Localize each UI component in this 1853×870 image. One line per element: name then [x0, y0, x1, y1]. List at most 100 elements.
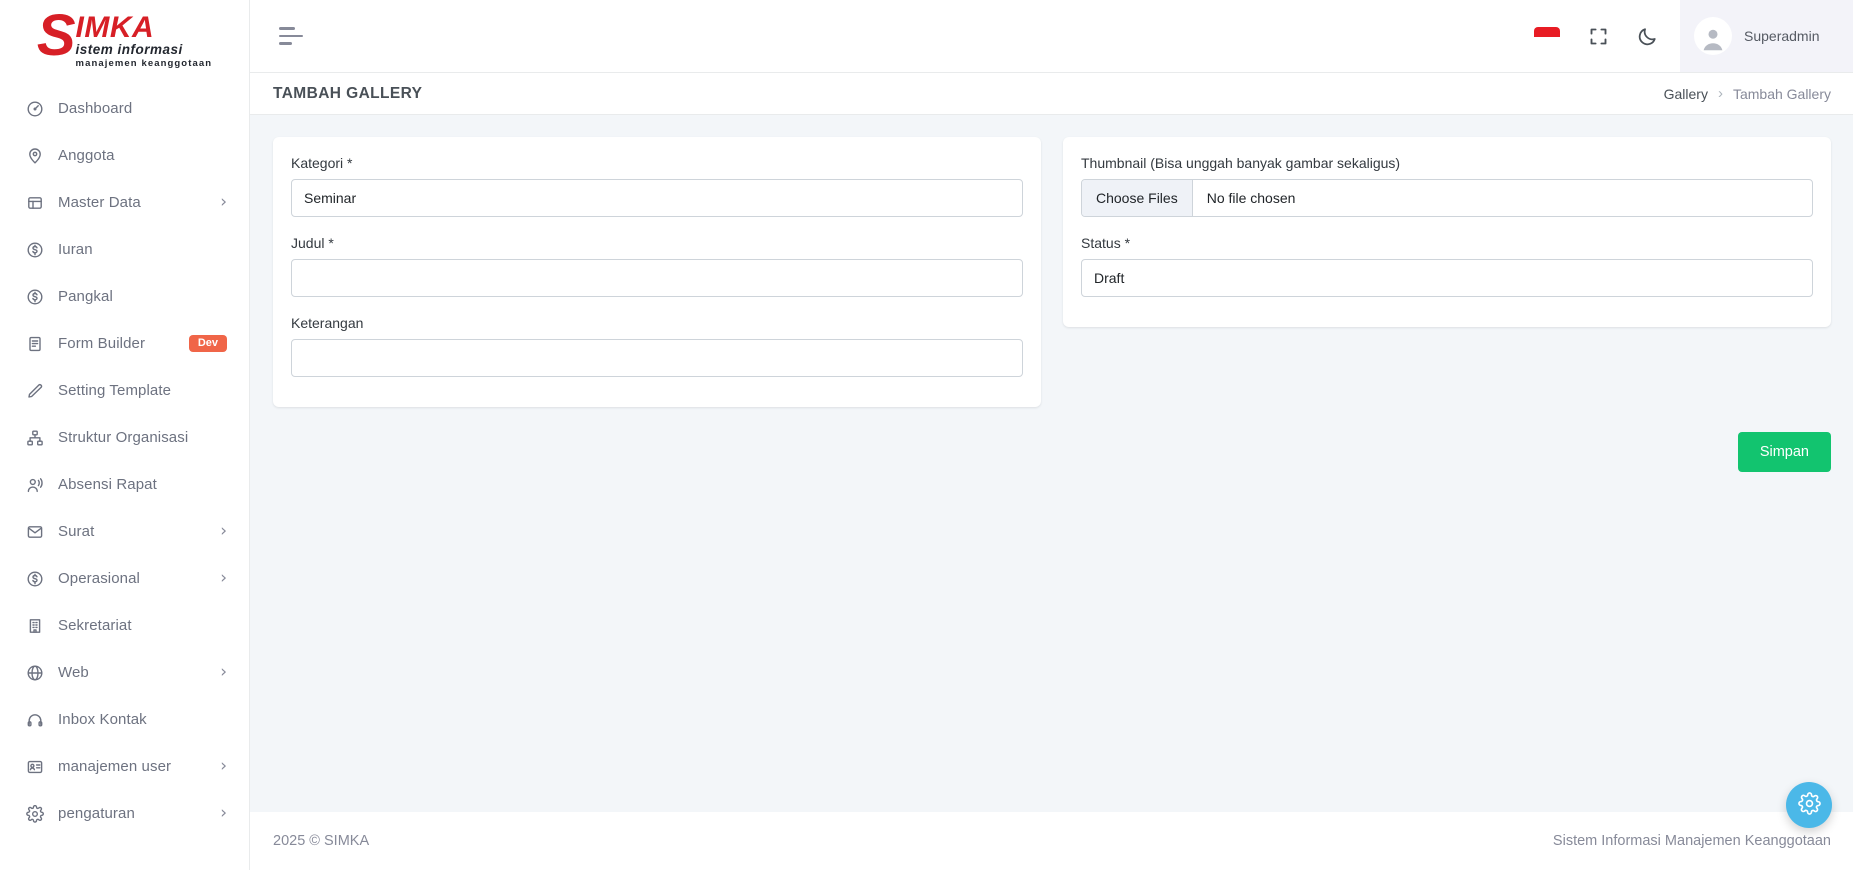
judul-input[interactable] [291, 259, 1023, 297]
content-area: Kategori * Judul * Keterangan Thumbnail [250, 115, 1853, 812]
sidebar-item-pengaturan[interactable]: pengaturan› [0, 790, 249, 837]
sidebar-item-label: Pangkal [58, 288, 113, 305]
judul-label: Judul * [291, 235, 1023, 251]
brand-logo-s: S [37, 12, 74, 60]
sidebar-item-label: Dashboard [58, 100, 132, 117]
gallery-form-card-right: Thumbnail (Bisa unggah banyak gambar sek… [1063, 137, 1831, 327]
brand-tagline-2: manajemen keanggotaan [76, 58, 213, 69]
breadcrumb: Gallery › Tambah Gallery [1664, 85, 1831, 102]
sidebar-item-label: Setting Template [58, 382, 171, 399]
globe-icon [26, 664, 44, 682]
sidebar-item-label: Anggota [58, 147, 115, 164]
sidebar-item-label: manajemen user [58, 758, 171, 775]
sitemap-icon [26, 429, 44, 447]
sidebar-item-label: Iuran [58, 241, 93, 258]
member-pin-icon [26, 147, 44, 165]
keterangan-label: Keterangan [291, 315, 1023, 331]
sidebar-item-label: Form Builder [58, 335, 145, 352]
sidebar-item-label: pengaturan [58, 805, 135, 822]
sidebar-item-operasional[interactable]: Operasional › [0, 555, 249, 602]
kategori-label: Kategori * [291, 155, 1023, 171]
sidebar-item-label: Master Data [58, 194, 141, 211]
hamburger-menu-button[interactable] [279, 27, 305, 45]
keterangan-input[interactable] [291, 339, 1023, 377]
save-button[interactable]: Simpan [1738, 432, 1831, 472]
fullscreen-button[interactable] [1582, 20, 1615, 53]
footer-copyright: 2025 © SIMKA [273, 833, 369, 849]
breadcrumb-gallery-link[interactable]: Gallery [1664, 86, 1708, 102]
theme-settings-fab[interactable] [1786, 782, 1832, 828]
brand-logo-wrap: S IMKA istem informasi manajemen keanggo… [37, 12, 212, 69]
sidebar-item-label: Struktur Organisasi [58, 429, 188, 446]
file-chosen-status: No file chosen [1193, 180, 1310, 216]
kategori-select[interactable] [291, 179, 1023, 217]
headset-icon [26, 711, 44, 729]
gallery-form-card-left: Kategori * Judul * Keterangan [273, 137, 1041, 407]
choose-files-button[interactable]: Choose Files [1082, 180, 1193, 216]
sidebar-item-pangkal[interactable]: Pangkal [0, 273, 249, 320]
id-card-icon [26, 758, 44, 776]
sidebar-item-absensi-rapat[interactable]: Absensi Rapat [0, 461, 249, 508]
dollar-circle-icon [26, 288, 44, 306]
avatar [1694, 17, 1732, 55]
language-flag-button[interactable] [1528, 21, 1566, 51]
footer: 2025 © SIMKA Sistem Informasi Manajemen … [250, 812, 1853, 870]
gear-icon [1798, 792, 1821, 818]
sidebar-item-label: Surat [58, 523, 94, 540]
thumbnail-label: Thumbnail (Bisa unggah banyak gambar sek… [1081, 155, 1813, 171]
gear-icon [26, 805, 44, 823]
brand-logo[interactable]: S IMKA istem informasi manajemen keanggo… [0, 0, 249, 75]
brand-logo-text: IMKA [76, 14, 155, 41]
sidebar-item-label: Absensi Rapat [58, 476, 157, 493]
topbar: Superadmin [250, 0, 1853, 73]
dollar-circle-icon [26, 570, 44, 588]
status-label: Status * [1081, 235, 1813, 251]
building-icon [26, 617, 44, 635]
envelope-icon [26, 523, 44, 541]
chevron-right-icon: › [220, 523, 227, 540]
status-select[interactable] [1081, 259, 1813, 297]
person-voice-icon [26, 476, 44, 494]
dollar-circle-icon [26, 241, 44, 259]
sidebar-item-sekretariat[interactable]: Sekretariat [0, 602, 249, 649]
dark-mode-button[interactable] [1631, 20, 1664, 53]
app-root: S IMKA istem informasi manajemen keanggo… [0, 0, 1853, 870]
page-head: TAMBAH GALLERY Gallery › Tambah Gallery [250, 73, 1853, 115]
dev-badge: Dev [189, 335, 227, 352]
brush-icon [26, 382, 44, 400]
breadcrumb-current: Tambah Gallery [1733, 86, 1831, 102]
sidebar-item-master-data[interactable]: Master Data › [0, 179, 249, 226]
thumbnail-file-input[interactable]: Choose Files No file chosen [1081, 179, 1813, 217]
chevron-right-icon: › [220, 570, 227, 587]
chevron-right-icon: › [220, 194, 227, 211]
gauge-icon [26, 100, 44, 118]
sidebar-item-label: Inbox Kontak [58, 711, 147, 728]
user-menu[interactable]: Superadmin [1680, 0, 1853, 72]
table-icon [26, 194, 44, 212]
user-name: Superadmin [1744, 28, 1820, 44]
sidebar-item-setting-template[interactable]: Setting Template [0, 367, 249, 414]
sidebar-menu: Dashboard Anggota Master Data › Iuran Pangkal… [0, 75, 249, 870]
indonesia-flag-icon [1534, 27, 1560, 45]
main-column: Superadmin TAMBAH GALLERY Gallery › Tamb… [250, 0, 1853, 870]
sidebar-item-form-builder[interactable]: Form Builder Dev [0, 320, 249, 367]
chevron-right-icon: › [220, 664, 227, 681]
sidebar-item-manajemen-user[interactable]: manajemen user› [0, 743, 249, 790]
sidebar-item-label: Operasional [58, 570, 140, 587]
fullscreen-icon [1588, 26, 1609, 47]
sidebar-item-inbox-kontak[interactable]: Inbox Kontak [0, 696, 249, 743]
footer-app-name: Sistem Informasi Manajemen Keanggotaan [1553, 833, 1831, 849]
sidebar-item-anggota[interactable]: Anggota [0, 132, 249, 179]
sidebar-item-label: Web [58, 664, 89, 681]
sidebar-item-surat[interactable]: Surat › [0, 508, 249, 555]
chevron-right-icon: › [1718, 85, 1723, 102]
sidebar-item-web[interactable]: Web › [0, 649, 249, 696]
sidebar-item-dashboard[interactable]: Dashboard [0, 85, 249, 132]
brand-tagline-1: istem informasi [76, 42, 183, 57]
page-title: TAMBAH GALLERY [273, 85, 422, 103]
form-icon [26, 335, 44, 353]
sidebar-item-struktur-organisasi[interactable]: Struktur Organisasi [0, 414, 249, 461]
sidebar-item-label: Sekretariat [58, 617, 132, 634]
sidebar-item-iuran[interactable]: Iuran [0, 226, 249, 273]
sidebar: S IMKA istem informasi manajemen keanggo… [0, 0, 250, 870]
